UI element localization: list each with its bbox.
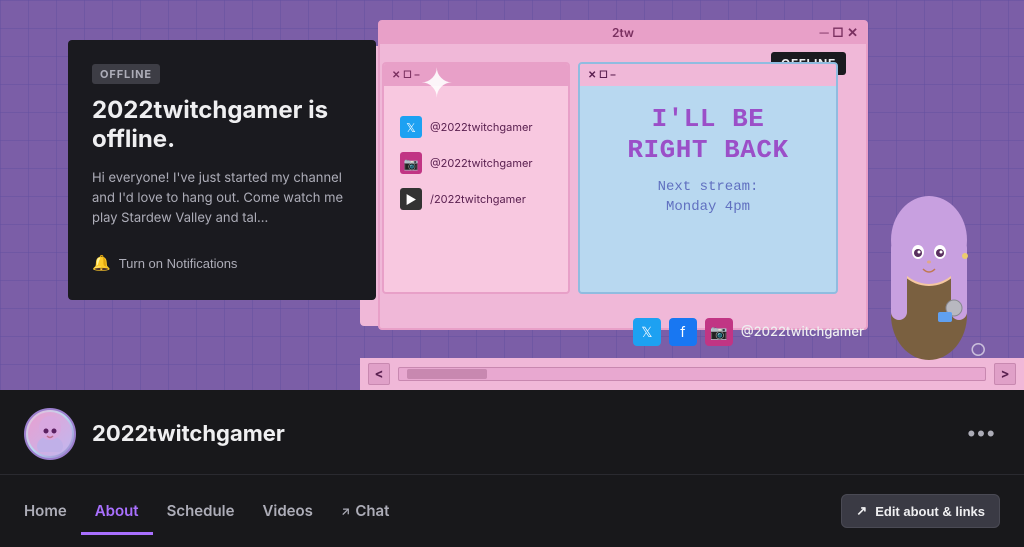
- win-title: 2tw: [380, 22, 866, 44]
- scroll-left-button[interactable]: <: [368, 363, 390, 385]
- twitter-handle: @2022twitchgamer: [430, 120, 533, 134]
- pink-window-social: ✕ □ – 𝕏 @2022twitchgamer 📷 @2022twitchga…: [382, 62, 570, 294]
- notif-label: Turn on Notifications: [119, 256, 238, 271]
- avatar-image: [28, 412, 72, 456]
- win-bar-pink-outer: 2tw ─ □ ✕: [380, 22, 866, 44]
- win-bar-social: ✕ □ –: [384, 64, 568, 86]
- bell-icon: 🔔: [92, 254, 111, 272]
- edit-icon: ↗: [856, 503, 867, 519]
- social-links-panel: 𝕏 @2022twitchgamer 📷 @2022twitchgamer ▶ …: [384, 86, 568, 222]
- bottom-handle: @2022twitchgamer: [741, 324, 864, 340]
- youtube-icon: ▶: [400, 188, 422, 210]
- win-bar-irb: ✕ □ –: [580, 64, 836, 86]
- social-bottom-row: 𝕏 f 📷 @2022twitchgamer: [633, 318, 864, 346]
- irb-next-stream: Next stream:Monday 4pm: [600, 178, 816, 217]
- social-row-twitter: 𝕏 @2022twitchgamer: [400, 116, 552, 138]
- tab-home[interactable]: Home: [24, 489, 81, 535]
- bottom-twitter-icon[interactable]: 𝕏: [633, 318, 661, 346]
- hero-banner: OFFLINE 2022twitchgamer is offline. Hi e…: [0, 0, 1024, 390]
- offline-badge: OFFLINE: [92, 64, 160, 84]
- offline-title: 2022twitchgamer is offline.: [92, 96, 352, 154]
- social-row-instagram: 📷 @2022twitchgamer: [400, 152, 552, 174]
- avatar: [24, 408, 76, 460]
- scroll-bar[interactable]: [398, 367, 986, 381]
- social-row-youtube: ▶ /2022twitchgamer: [400, 188, 552, 210]
- tab-about[interactable]: About: [81, 489, 153, 535]
- external-link-icon: ↗: [341, 503, 350, 518]
- bottom-bar: 2022twitchgamer ••• Home About Schedule …: [0, 390, 1024, 547]
- bottom-facebook-icon[interactable]: f: [669, 318, 697, 346]
- tab-schedule[interactable]: Schedule: [153, 489, 249, 535]
- character-illustration: [864, 160, 994, 360]
- irb-title: I'LL BE RIGHT BACK: [600, 104, 816, 166]
- more-options-button[interactable]: •••: [964, 416, 1000, 452]
- youtube-handle: /2022twitchgamer: [430, 192, 526, 206]
- turn-on-notifications-button[interactable]: 🔔 Turn on Notifications: [92, 254, 237, 272]
- scroll-thumb: [407, 369, 487, 379]
- scroll-right-button[interactable]: >: [994, 363, 1016, 385]
- irb-content: I'LL BE RIGHT BACK Next stream:Monday 4p…: [580, 86, 836, 232]
- instagram-icon: 📷: [400, 152, 422, 174]
- scroll-strip: < >: [360, 358, 1024, 390]
- twitter-icon: 𝕏: [400, 116, 422, 138]
- tab-chat[interactable]: ↗ Chat: [327, 489, 404, 535]
- offline-card: OFFLINE 2022twitchgamer is offline. Hi e…: [68, 40, 376, 300]
- channel-row: 2022twitchgamer •••: [0, 390, 1024, 474]
- instagram-handle: @2022twitchgamer: [430, 156, 533, 170]
- bottom-instagram-icon[interactable]: 📷: [705, 318, 733, 346]
- tab-videos[interactable]: Videos: [248, 489, 326, 535]
- offline-description: Hi everyone! I've just started my channe…: [92, 168, 352, 228]
- irb-window: ✕ □ – I'LL BE RIGHT BACK Next stream:Mon…: [578, 62, 838, 294]
- edit-about-links-button[interactable]: ↗ Edit about & links: [841, 494, 1000, 528]
- nav-tabs-row: Home About Schedule Videos ↗ Chat ↗ Edit…: [0, 474, 1024, 547]
- channel-name: 2022twitchgamer: [92, 421, 948, 447]
